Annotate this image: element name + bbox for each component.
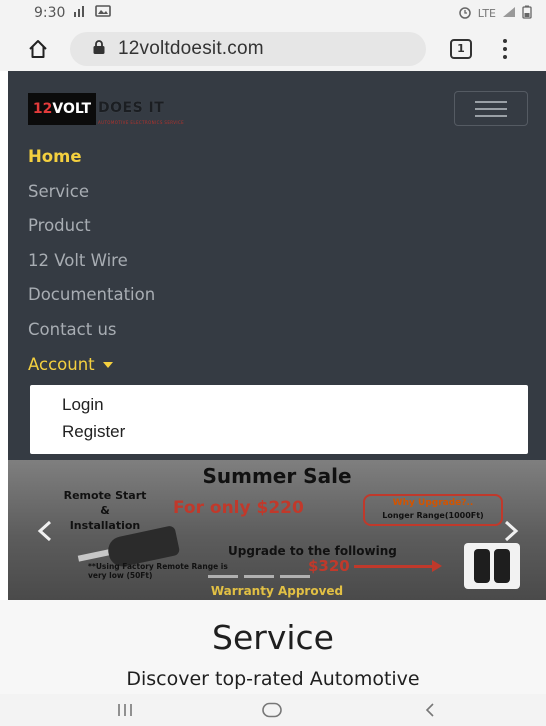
arrow-icon [354,565,434,568]
status-bar: 9:30 LTE [0,0,546,26]
remote-product-image [464,543,520,589]
upgrade-text: Upgrade to the following [228,544,397,558]
nav-item-product[interactable]: Product [28,214,155,249]
nav-item-documentation[interactable]: Documentation [28,283,155,318]
site-logo[interactable]: 12 VOLT DOES IT AUTOMOTIVE ELECTRONICS SE… [28,93,185,125]
nav-item-service[interactable]: Service [28,180,155,215]
nav-item-home[interactable]: Home [28,145,155,180]
carousel-indicator[interactable] [244,575,274,578]
alarm-icon [458,5,472,22]
banner-title: Summer Sale [202,464,352,488]
nav-item-12-volt-wire[interactable]: 12 Volt Wire [28,249,155,284]
back-button[interactable] [424,702,436,718]
upgrade-price: $320 [308,557,350,575]
android-nav-bar [0,694,546,726]
status-time: 9:30 [34,5,66,21]
why-upgrade-box: Why Upgrade?.. Longer Range(1000Ft) [363,494,503,526]
warranty-text: Warranty Approved [210,584,344,598]
home-button[interactable] [26,37,50,61]
site-navbar: 12 VOLT DOES IT AUTOMOTIVE ELECTRONICS SE… [8,71,546,460]
logo-does-it: DOES IT [98,100,165,116]
remote-start-line: Remote Start [63,489,147,502]
url-text: 12voltdoesit.com [118,37,264,59]
service-heading: Service [212,618,334,657]
url-bar[interactable]: 12voltdoesit.com [70,31,426,66]
arrow-head-icon [432,560,442,572]
logo-tagline: AUTOMOTIVE ELECTRONICS SERVICE [98,120,185,125]
tab-switcher-button[interactable]: 1 [450,38,472,59]
dropdown-item-register[interactable]: Register [62,421,528,448]
home-icon [29,39,47,58]
account-dropdown: Login Register [30,385,528,454]
back-icon [425,703,434,717]
nav-menu: Home Service Product 12 Volt Wire Docume… [28,145,155,387]
recent-apps-button[interactable] [116,702,134,718]
caret-down-icon [102,362,113,369]
chevron-left-icon [37,520,52,542]
browser-toolbar: 12voltdoesit.com 1 [0,26,546,71]
logo-mark: 12 VOLT [28,93,96,125]
carousel-indicator[interactable] [208,575,238,578]
why-upgrade-text: Why Upgrade?.. [392,498,474,508]
android-home-icon [262,702,282,718]
carousel-indicator[interactable] [280,575,310,578]
range-text: Longer Range(1000Ft) [382,511,484,520]
service-subheading: Discover top-rated Automotive [126,668,420,690]
image-notification-icon [95,5,112,21]
offer-price: For only $220 [173,498,304,518]
hamburger-menu-button[interactable] [454,91,528,126]
carousel-prev-button[interactable] [34,520,56,542]
overflow-menu-icon[interactable] [500,38,510,59]
nav-item-contact-us[interactable]: Contact us [28,318,155,353]
chevron-right-icon [504,520,519,542]
recent-apps-icon [118,704,132,716]
carousel-next-button[interactable] [500,520,522,542]
battery-icon [522,5,532,22]
carousel-indicators[interactable] [208,575,310,578]
account-label: Account [28,354,95,374]
lock-icon [92,39,106,59]
network-type: LTE [477,6,496,20]
dropdown-item-login[interactable]: Login [62,394,528,421]
remote-start-line: & [100,504,110,517]
promo-carousel[interactable]: Summer Sale Remote Start & Installation … [8,460,546,600]
phone-screen: 9:30 LTE 12voltdoesit.com 1 12 VOLT DOES… [0,0,546,726]
android-home-button[interactable] [261,702,283,718]
signal-bars-icon [73,5,87,21]
nav-item-account[interactable]: Account [28,353,155,388]
service-section: Service Discover top-rated Automotive [0,600,546,694]
cell-signal-icon [502,6,516,21]
